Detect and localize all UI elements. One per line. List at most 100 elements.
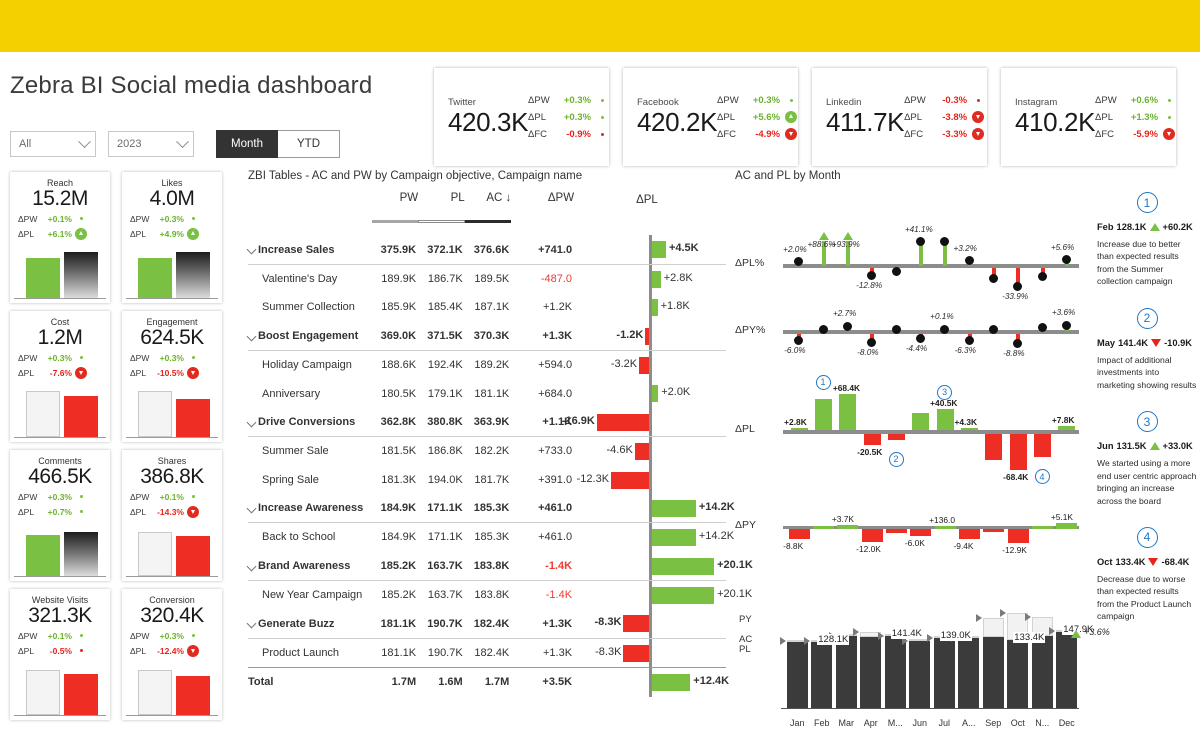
metric-card-likes[interactable]: Likes 4.0M ΔPW +0.3% ΔPL +4.9%: [122, 172, 222, 303]
annotation-heading: Feb 128.1K +60.2K: [1097, 222, 1197, 232]
table-row[interactable]: Summer Collection 185.9K 185.4K 187.1K +1.2K…: [248, 293, 726, 322]
tab-ytd[interactable]: YTD: [278, 130, 340, 158]
delta-value: -12.4%: [157, 645, 184, 656]
lollipop-dot: [891, 266, 901, 276]
kpi-card-linkedin[interactable]: Linkedin 411.7K ΔPW -0.3% ΔPL -3.8% ΔFC -3.3%: [812, 68, 987, 166]
row-label: Increase Awareness: [248, 493, 372, 524]
column-header-pw[interactable]: PW: [372, 192, 419, 207]
ac-bar: [909, 641, 931, 708]
trend-flat-icon: [75, 649, 87, 652]
metric-card-engagement[interactable]: Engagement 624.5K ΔPW +0.3% ΔPL -10.5%: [122, 311, 222, 442]
trend-flat-icon: [75, 634, 87, 637]
cell-dpw: +1.2K: [543, 301, 573, 314]
py-marker-icon: [975, 614, 982, 623]
lollipop-dot: [794, 336, 804, 345]
annotation-item[interactable]: 3 Jun 131.5K +33.0K We started using a more …: [1097, 411, 1197, 507]
table-row[interactable]: Total 1.7M 1.6M 1.7M +3.5K +12.4K: [248, 667, 729, 697]
kpi-card-twitter[interactable]: Twitter 420.3K ΔPW +0.3% ΔPL +0.3% ΔFC -0.9%: [434, 68, 609, 166]
column-header-pl[interactable]: PL: [418, 192, 465, 207]
table-row[interactable]: Drive Conversions 362.8K 380.8K 363.9K +1.1K…: [248, 407, 726, 438]
annotation-number: 1: [1136, 192, 1158, 213]
table-row[interactable]: Summer Sale 181.5K 186.8K 182.2K +733.0 -4.6K: [248, 437, 726, 466]
data-label: +93.9%: [831, 239, 860, 249]
chart-bar: [1009, 434, 1027, 470]
lollipop-dot: [867, 270, 877, 280]
table-row[interactable]: Holiday Campaign 188.6K 192.4K 189.2K +594.0…: [248, 350, 726, 380]
delta-value: +6.1%: [47, 228, 72, 239]
metric-card-conversion[interactable]: Conversion 320.4K ΔPW +0.3% ΔPL -12.4%: [122, 589, 222, 720]
table-row[interactable]: Boost Engagement 369.0K 371.5K 370.3K +1.3K -…: [248, 321, 726, 351]
scope-filter-value: All: [19, 138, 32, 150]
kpi-card-facebook[interactable]: Facebook 420.2K ΔPW +0.3% ΔPL +5.6% ΔFC -4.9%: [623, 68, 798, 166]
metric_cards.1.deltas-delta-row: ΔPL +4.9%: [128, 226, 216, 241]
chart-dpl-pct: ΔPL% +2.0% +88.6% +93.9% -12.8% +41.1% +3.2% -3…: [735, 182, 1085, 301]
year-filter-dropdown[interactable]: 2023: [108, 131, 194, 157]
table-row[interactable]: Increase Awareness 184.9K 171.1K 185.3K +461…: [248, 493, 735, 524]
table-row[interactable]: Spring Sale 181.3K 194.0K 181.7K +391.0 -12.3…: [248, 465, 726, 494]
pl-marker: [809, 659, 812, 708]
column-header-dpw[interactable]: ΔPW: [511, 192, 574, 207]
x-axis-tick: A...: [961, 718, 976, 728]
delta-label: ΔPL: [528, 111, 546, 123]
metric-value: 320.4K: [140, 604, 204, 627]
chart-annotation-marker[interactable]: 3: [937, 384, 953, 400]
table-row[interactable]: Anniversary 180.5K 179.1K 181.1K +684.0 +2.0K: [248, 379, 726, 408]
lollipop-dot: [1037, 271, 1047, 281]
data-label: +68.4K: [832, 383, 861, 394]
campaign-table: PW PL AC ↓ ΔPW ΔPL Increase Sales 375.9K 3…: [248, 192, 753, 697]
chart-annotation-marker[interactable]: 4: [1034, 469, 1050, 485]
mini-chart-baseline: [126, 437, 218, 438]
metric-card-reach[interactable]: Reach 15.2M ΔPW +0.1% ΔPL +6.1%: [10, 172, 110, 303]
metric_cards.6.deltas-delta-row: ΔPW +0.1%: [16, 628, 104, 643]
column-header-dpl[interactable]: ΔPL: [574, 192, 726, 207]
data-label: +4.3K: [954, 416, 978, 427]
table-row[interactable]: Increase Sales 375.9K 372.1K 376.6K +741.0 +4…: [248, 235, 726, 265]
chart-annotation-marker[interactable]: 2: [888, 451, 904, 467]
table-row[interactable]: New Year Campaign 185.2K 163.7K 183.8K -1.4K…: [248, 581, 752, 610]
cell-pl: 190.7K: [427, 647, 463, 660]
cell-dpw: +461.0: [538, 531, 573, 544]
kpi-card-instagram[interactable]: Instagram 410.2K ΔPW +0.6% ΔPL +1.3% ΔFC -5.9%: [1001, 68, 1176, 166]
delta-label: ΔPL: [130, 367, 147, 378]
delta-label: ΔFC: [717, 128, 737, 140]
annotation-value: 141.4K: [1118, 337, 1149, 348]
column-header-ac[interactable]: AC ↓: [465, 192, 511, 207]
table-title: ZBI Tables - AC and PW by Campaign objec…: [248, 170, 583, 182]
trend-flat-icon: [1163, 98, 1175, 102]
chart-annotation-marker[interactable]: 1: [815, 374, 831, 390]
cell-pw: 184.9K: [381, 531, 417, 544]
chart-bar: [961, 427, 978, 430]
delta-label: ΔPL: [717, 111, 735, 123]
dpl-waterfall-cell: -12.3K: [574, 465, 726, 494]
annotation-item[interactable]: 2 May 141.4K -10.9K Impact of additional inv…: [1097, 307, 1197, 391]
metric-card-website-visits[interactable]: Website Visits 321.3K ΔPW +0.1% ΔPL -0.5%: [10, 589, 110, 720]
annotation-item[interactable]: 4 Oct 133.4K -68.4K Decrease due to worse th…: [1097, 526, 1197, 623]
filter-bar: All 2023 Month YTD: [10, 130, 340, 158]
metric_cards.2.deltas-delta-row: ΔPL -7.6%: [16, 365, 104, 380]
cell-ac: 187.1K: [474, 301, 510, 314]
table-row[interactable]: Brand Awareness 185.2K 163.7K 183.8K -1.4K +2…: [248, 551, 753, 582]
chart-bar: [886, 529, 907, 534]
overflow-triangle-icon: [842, 231, 853, 240]
metric_cards.0.deltas-delta-row: ΔPL +6.1%: [16, 226, 104, 241]
chevron-down-icon: [176, 134, 189, 148]
delta-value: +0.1%: [47, 213, 72, 224]
ac-bar: [1056, 632, 1078, 708]
table-row[interactable]: Back to School 184.9K 171.1K 185.3K +461.0 +1…: [248, 523, 734, 552]
tab-month[interactable]: Month: [216, 130, 278, 158]
metric-card-cost[interactable]: Cost 1.2M ΔPW +0.3% ΔPL -7.6%: [10, 311, 110, 442]
chart-bar: [839, 394, 857, 430]
delta-label: ΔPW: [18, 630, 38, 641]
metric_cards.5.deltas-delta-row: ΔPL -14.3%: [128, 504, 216, 519]
annotation-item[interactable]: 1 Feb 128.1K +60.2K Increase due to better t…: [1097, 192, 1197, 288]
delta-label: ΔPW: [130, 213, 150, 224]
scope-filter-dropdown[interactable]: All: [10, 131, 96, 157]
table-row[interactable]: Valentine's Day 189.9K 186.7K 189.5K -487.0 +…: [248, 264, 726, 294]
table-row[interactable]: Generate Buzz 181.1K 190.7K 182.4K +1.3K -8.3…: [248, 609, 726, 639]
lollipop-stem: [943, 242, 948, 266]
trend-flat-icon: [187, 217, 199, 220]
mini-chart-baseline: [14, 576, 106, 577]
metric-card-shares[interactable]: Shares 386.8K ΔPW +0.1% ΔPL -14.3%: [122, 450, 222, 581]
metric-card-comments[interactable]: Comments 466.5K ΔPW +0.3% ΔPL +0.7%: [10, 450, 110, 581]
table-row[interactable]: Product Launch 181.1K 190.7K 182.4K +1.3K -8.…: [248, 638, 726, 668]
